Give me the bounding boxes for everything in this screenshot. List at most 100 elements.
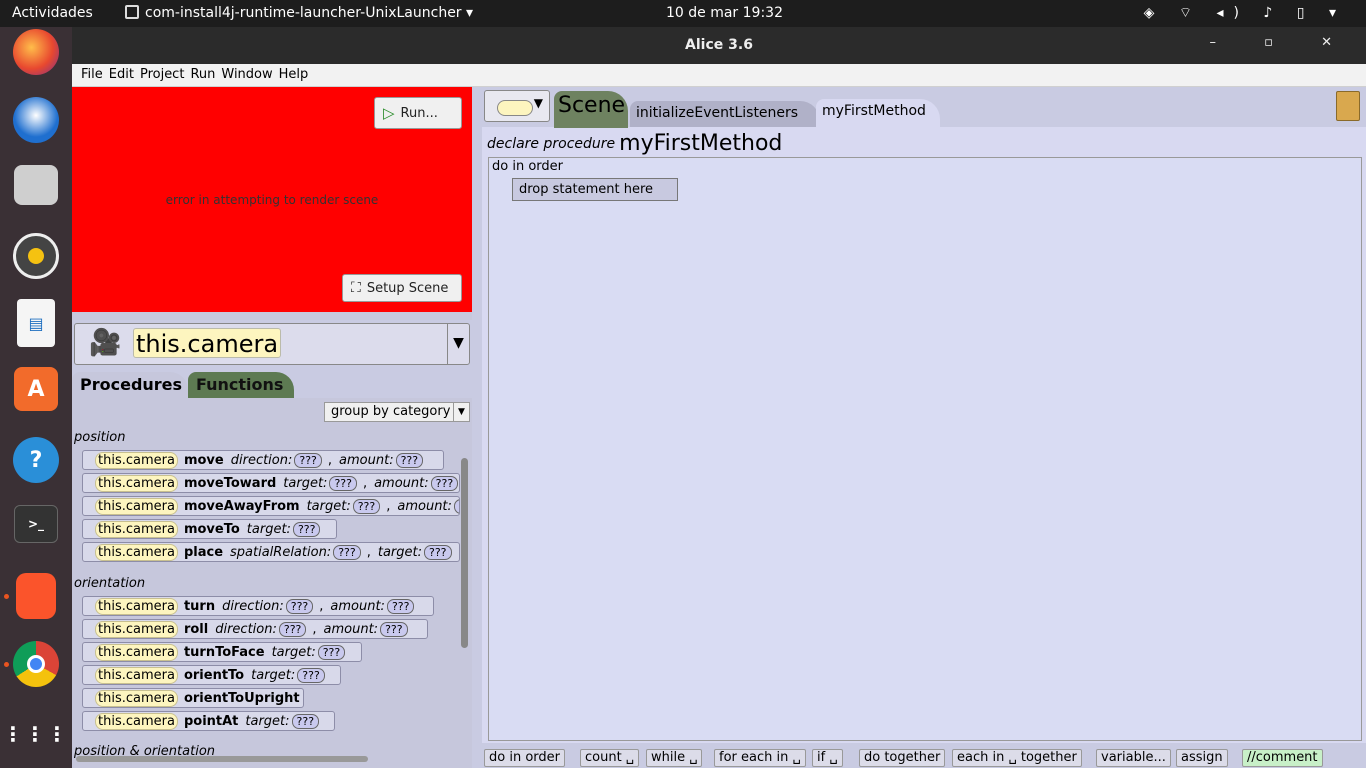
tab-my-first-method[interactable]: myFirstMethod xyxy=(816,99,940,128)
window-controls[interactable]: – ▫ ✕ xyxy=(1210,35,1354,50)
member-tabs: Procedures Functions xyxy=(72,372,472,398)
thunderbird-icon[interactable] xyxy=(13,97,59,143)
palette-each-in-together[interactable]: each in ␣ together xyxy=(952,749,1082,767)
param-value[interactable]: ??? xyxy=(285,598,314,614)
terminal-icon[interactable]: >_ xyxy=(14,505,58,543)
setup-scene-button[interactable]: ⛶ Setup Scene xyxy=(342,274,462,302)
menu-project[interactable]: Project xyxy=(140,67,184,82)
palette-do-together[interactable]: do together xyxy=(859,749,946,767)
camera-selector[interactable]: 🎥 this.camera ▼ xyxy=(74,323,470,365)
param-label: direction: xyxy=(230,452,293,468)
setup-scene-label: Setup Scene xyxy=(366,280,449,296)
palette-comment[interactable]: //comment xyxy=(1242,749,1323,767)
group-by-select[interactable]: group by category ▼ xyxy=(324,402,470,422)
param-value[interactable]: ??? xyxy=(278,621,307,637)
param-value[interactable]: ??? xyxy=(292,521,321,537)
clock[interactable]: 10 de mar 19:32 xyxy=(666,5,783,21)
menu-run[interactable]: Run xyxy=(190,67,215,82)
param-value[interactable]: ??? xyxy=(453,498,459,514)
vertical-scrollbar[interactable] xyxy=(461,458,468,648)
app-menu[interactable]: com-install4j-runtime-launcher-UnixLaunc… xyxy=(125,5,473,21)
system-tray[interactable]: ◈ ⌔ ◂) ♪ ▯ ▾ xyxy=(1144,4,1346,22)
activities-button[interactable]: Actividades xyxy=(12,5,93,21)
method-name: moveAwayFrom xyxy=(183,498,300,514)
firefox-icon[interactable] xyxy=(13,29,59,75)
split-handle[interactable] xyxy=(72,312,472,320)
param-label: amount: xyxy=(323,621,379,637)
method-name: moveToward xyxy=(183,475,277,491)
help-icon[interactable]: ? xyxy=(13,437,59,483)
procedure-row-moveawayfrom[interactable]: this.camera moveAwayFrom target:???, amount… xyxy=(82,496,460,516)
brave-icon[interactable] xyxy=(16,573,56,619)
palette-count[interactable]: count ␣ xyxy=(580,749,640,767)
procedure-row-turn[interactable]: this.camera turn direction:???, amount:??? xyxy=(82,596,434,616)
procedure-row-place[interactable]: this.camera place spatialRelation:???, targ… xyxy=(82,542,460,562)
palette-for-each-in[interactable]: for each in ␣ xyxy=(714,749,806,767)
param-label: amount: xyxy=(330,598,385,614)
method-name: moveTo xyxy=(183,521,240,537)
target-label: this.camera xyxy=(95,520,178,538)
method-title: myFirstMethod xyxy=(619,131,783,156)
chevron-down-icon[interactable]: ▼ xyxy=(447,324,469,364)
type-selector-button[interactable]: ▼ xyxy=(484,90,550,122)
procedure-row-movetoward[interactable]: this.camera moveToward target:???, amount:?… xyxy=(82,473,460,493)
param-value[interactable]: ??? xyxy=(423,544,452,560)
param-value[interactable]: ??? xyxy=(329,475,357,491)
run-button[interactable]: ▷ Run... xyxy=(374,97,462,129)
render-error-message: error in attempting to render scene xyxy=(165,193,379,207)
procedure-row-pointat[interactable]: this.camera pointAt target:??? xyxy=(82,711,335,731)
do-in-order-block[interactable]: do in order xyxy=(492,159,563,174)
menu-help[interactable]: Help xyxy=(279,67,309,82)
drop-statement-target[interactable]: drop statement here xyxy=(512,178,678,201)
procedure-row-moveto[interactable]: this.camera moveTo target:??? xyxy=(82,519,337,539)
param-value[interactable]: ??? xyxy=(395,452,424,468)
procedure-row-roll[interactable]: this.camera roll direction:???, amount:??? xyxy=(82,619,428,639)
param-value[interactable]: ??? xyxy=(333,544,361,560)
category-orientation: orientation xyxy=(74,576,146,591)
menu-edit[interactable]: Edit xyxy=(109,67,134,82)
show-apps-icon[interactable]: ⋮⋮⋮ xyxy=(3,711,67,757)
menu-window[interactable]: Window xyxy=(221,67,272,82)
procedure-row-move[interactable]: this.camera move direction:???, amount:??? xyxy=(82,450,444,470)
procedure-row-turntoface[interactable]: this.camera turnToFace target:??? xyxy=(82,642,362,662)
palette-if[interactable]: if ␣ xyxy=(812,749,843,767)
procedures-pane: group by category ▼ position this.camera m… xyxy=(72,398,472,768)
horizontal-scrollbar[interactable] xyxy=(76,756,368,762)
target-label: this.camera xyxy=(95,643,178,661)
param-value[interactable]: ??? xyxy=(294,452,322,468)
param-value[interactable]: ??? xyxy=(430,475,459,491)
setup-scene-icon: ⛶ xyxy=(351,280,361,296)
procedure-row-orientto[interactable]: this.camera orientTo target:??? xyxy=(82,665,341,685)
method-name: orientToUpright xyxy=(183,690,300,706)
tab-initialize-event-listeners[interactable]: initializeEventListeners xyxy=(630,101,820,128)
menu-file[interactable]: File xyxy=(81,67,103,82)
files-icon[interactable] xyxy=(14,165,58,205)
tab-procedures[interactable]: Procedures xyxy=(72,372,188,398)
method-body[interactable]: do in order drop statement here xyxy=(488,157,1362,741)
param-value[interactable]: ??? xyxy=(380,621,408,637)
param-value[interactable]: ??? xyxy=(352,498,381,514)
writer-icon[interactable]: ▤ xyxy=(17,299,55,347)
target-label: this.camera xyxy=(95,620,178,638)
chevron-down-icon: ▼ xyxy=(453,403,469,421)
scene-view: error in attempting to render scene ▷ Run… xyxy=(72,87,472,312)
clipboard-icon[interactable] xyxy=(1336,91,1360,121)
procedure-row-orienttoupright[interactable]: this.camera orientToUpright xyxy=(82,688,304,708)
param-value[interactable]: ??? xyxy=(291,713,320,729)
tab-scene[interactable]: Scene xyxy=(554,91,628,128)
target-label: this.camera xyxy=(95,689,178,707)
param-value[interactable]: ??? xyxy=(317,644,346,660)
palette-variable[interactable]: variable... xyxy=(1096,749,1171,767)
app-center-icon[interactable]: A xyxy=(14,367,58,411)
chrome-icon[interactable] xyxy=(13,641,59,687)
palette-do-in-order[interactable]: do in order xyxy=(484,749,565,767)
palette-assign[interactable]: assign xyxy=(1176,749,1228,767)
param-value[interactable]: ??? xyxy=(297,667,325,683)
param-label: target: xyxy=(245,713,290,729)
target-label: this.camera xyxy=(95,543,178,561)
rhythmbox-icon[interactable] xyxy=(13,233,59,279)
palette-while[interactable]: while ␣ xyxy=(646,749,703,767)
param-value[interactable]: ??? xyxy=(386,598,415,614)
category-position: position xyxy=(74,430,126,445)
tab-functions[interactable]: Functions xyxy=(188,372,294,398)
